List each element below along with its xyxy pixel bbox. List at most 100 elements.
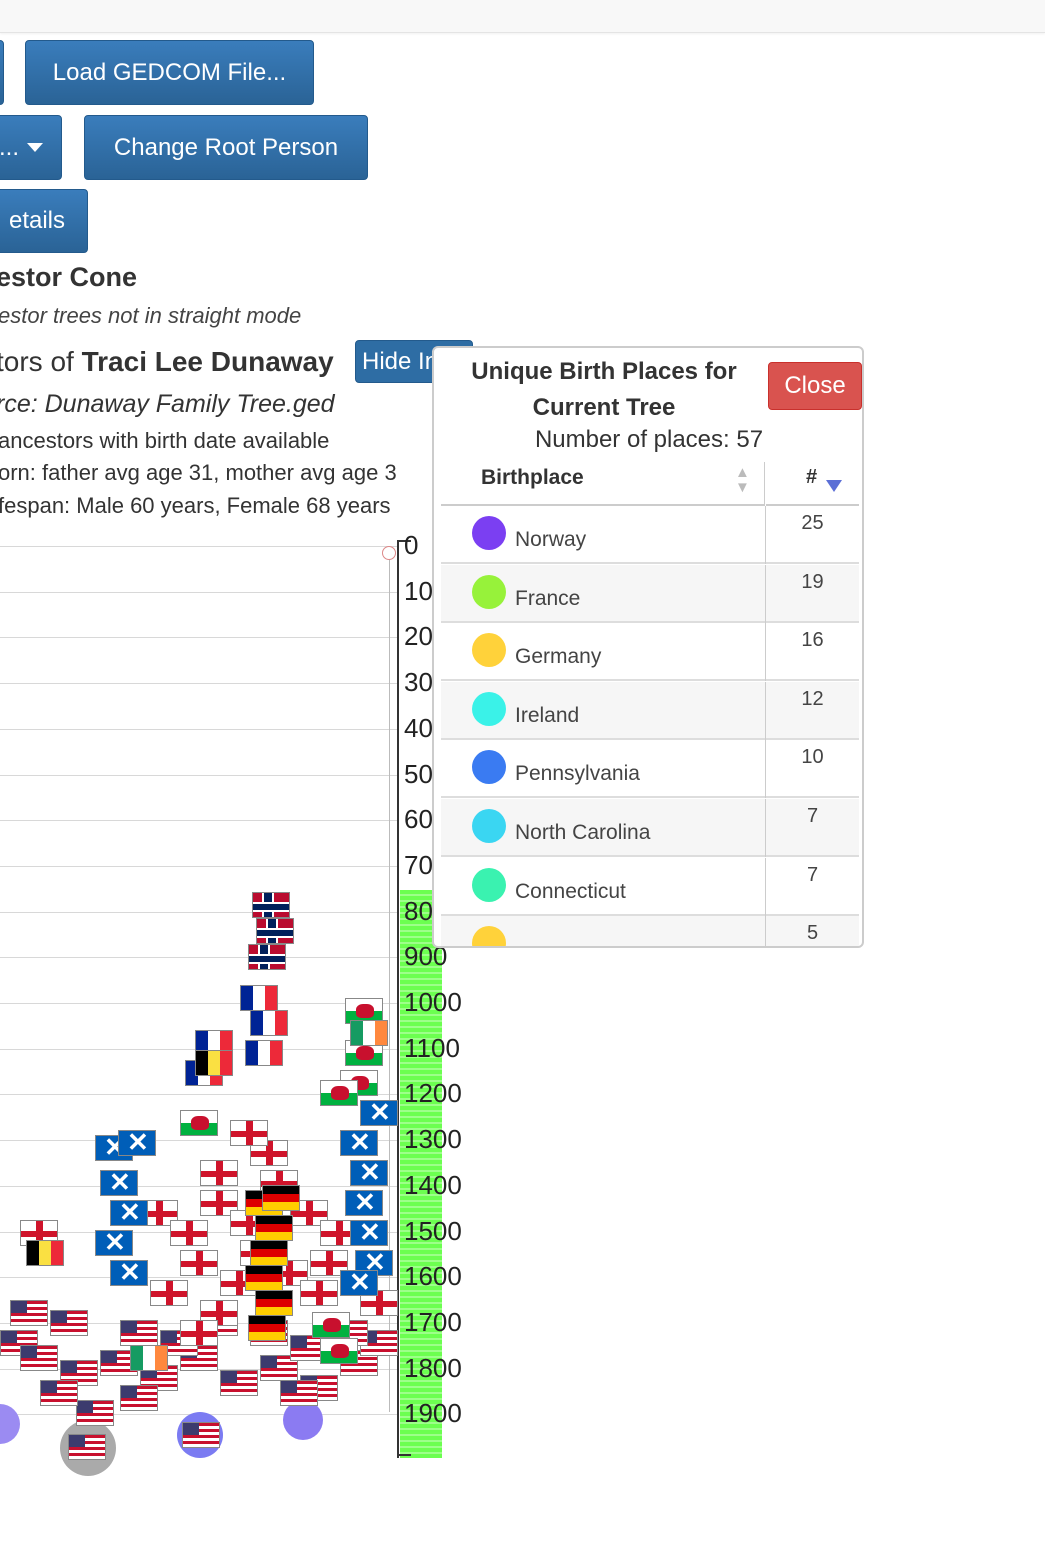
scotland-flag-icon[interactable] xyxy=(110,1200,148,1226)
panel-title: Unique Birth Places for Current Tree xyxy=(471,358,737,421)
root-person-name: Traci Lee Dunaway xyxy=(81,346,334,377)
change-root-label: Change Root Person xyxy=(113,133,339,161)
column-header-count[interactable]: # xyxy=(766,462,859,506)
scotland-flag-icon[interactable] xyxy=(350,1160,388,1186)
stat-lifespan: fespan: Male 60 years, Female 68 years xyxy=(0,493,391,518)
place-count: 16 xyxy=(801,629,824,652)
grid-line xyxy=(0,1140,398,1142)
scotland-flag-icon[interactable] xyxy=(340,1130,378,1156)
axis-tick-label: 1700 xyxy=(404,1306,462,1337)
place-name: North Carolina xyxy=(515,821,651,844)
place-name: Pennsylvania xyxy=(515,762,640,786)
places-count: Number of places: 57 xyxy=(534,426,764,453)
scotland-flag-icon[interactable] xyxy=(350,1220,388,1246)
england-flag-icon[interactable] xyxy=(150,1280,188,1306)
germany-flag-icon[interactable] xyxy=(248,1315,286,1341)
place-count: 5 xyxy=(806,922,819,945)
change-root-person-button[interactable]: Change Root Person xyxy=(84,115,368,180)
wales-flag-icon[interactable] xyxy=(320,1080,358,1106)
england-flag-icon[interactable] xyxy=(230,1120,268,1146)
scotland-flag-icon[interactable] xyxy=(340,1270,378,1296)
stat-birthdate: ancestors with birth date available xyxy=(0,428,330,453)
norway-flag-icon[interactable] xyxy=(248,944,286,970)
germany-flag-icon[interactable] xyxy=(245,1265,283,1291)
france-flag-icon[interactable] xyxy=(245,1040,283,1066)
close-button[interactable]: Close xyxy=(768,362,862,410)
belgium-flag-icon[interactable] xyxy=(26,1240,64,1266)
england-flag-icon[interactable] xyxy=(200,1160,238,1186)
partial-button-left[interactable] xyxy=(0,40,4,105)
axis-tick-label: 1500 xyxy=(404,1215,462,1246)
table-row[interactable]: Norway 25 xyxy=(441,506,859,564)
axis-tick-label: 1300 xyxy=(404,1124,462,1155)
table-row[interactable]: Pennsylvania 10 xyxy=(441,740,859,799)
scotland-flag-icon[interactable] xyxy=(345,1190,383,1216)
place-name: Connecticut xyxy=(515,879,626,903)
france-flag-icon[interactable] xyxy=(250,1010,288,1036)
place-count: 7 xyxy=(806,805,819,827)
dropdown-menu-button[interactable]: ... xyxy=(0,115,62,180)
england-flag-icon[interactable] xyxy=(180,1250,218,1276)
column-header-birthplace[interactable]: Birthplace ▲ ▼ xyxy=(441,462,765,506)
place-color-dot xyxy=(472,633,506,668)
germany-flag-icon[interactable] xyxy=(262,1185,300,1211)
belgium-flag-icon[interactable] xyxy=(195,1050,233,1076)
cone-title: estor Cone xyxy=(0,262,138,292)
us-flag-icon[interactable] xyxy=(40,1380,78,1406)
scotland-flag-icon[interactable] xyxy=(118,1130,156,1156)
norway-flag-icon[interactable] xyxy=(252,892,290,918)
us-flag-icon[interactable] xyxy=(220,1370,258,1396)
table-row[interactable]: France 19 xyxy=(441,564,859,623)
details-button[interactable]: etails xyxy=(0,189,88,253)
ancestor-node[interactable] xyxy=(0,1404,20,1444)
england-flag-icon[interactable] xyxy=(300,1280,338,1306)
dropdown-label: ... xyxy=(0,133,19,161)
scotland-flag-icon[interactable] xyxy=(360,1100,398,1126)
place-color-dot xyxy=(472,926,506,946)
us-flag-icon[interactable] xyxy=(50,1310,88,1336)
wales-flag-icon[interactable] xyxy=(180,1110,218,1136)
us-flag-icon[interactable] xyxy=(182,1422,220,1448)
wales-flag-icon[interactable] xyxy=(312,1312,350,1338)
england-flag-icon[interactable] xyxy=(180,1320,218,1346)
place-color-dot xyxy=(472,691,506,726)
us-flag-icon[interactable] xyxy=(280,1380,318,1406)
england-flag-icon[interactable] xyxy=(170,1220,208,1246)
scotland-flag-icon[interactable] xyxy=(110,1260,148,1286)
france-flag-icon[interactable] xyxy=(240,985,278,1011)
norway-flag-icon[interactable] xyxy=(256,918,294,944)
axis-tick-label: 1000 xyxy=(404,987,462,1017)
ancestor-node[interactable] xyxy=(283,1400,323,1440)
table-row[interactable]: North Carolina 7 xyxy=(441,799,859,857)
ancestors-heading: tors of Traci Lee Dunaway xyxy=(0,346,334,378)
root-marker[interactable] xyxy=(382,546,396,560)
germany-flag-icon[interactable] xyxy=(255,1215,293,1241)
ireland-flag-icon[interactable] xyxy=(350,1020,388,1046)
scotland-flag-icon[interactable] xyxy=(95,1230,133,1256)
us-flag-icon[interactable] xyxy=(120,1320,158,1346)
table-row[interactable]: Connecticut 7 xyxy=(441,857,859,916)
table-row[interactable]: Germany 16 xyxy=(441,623,859,682)
place-color-dot xyxy=(472,516,506,550)
wales-flag-icon[interactable] xyxy=(320,1338,358,1364)
ireland-flag-icon[interactable] xyxy=(130,1345,168,1371)
grid-line xyxy=(0,911,398,913)
grid-line xyxy=(0,546,398,547)
us-flag-icon[interactable] xyxy=(68,1434,106,1460)
axis-tick-label: 1900 xyxy=(404,1398,462,1429)
table-row[interactable]: 5 xyxy=(441,916,859,946)
us-flag-icon[interactable] xyxy=(76,1400,114,1426)
axis-tick-label: 1600 xyxy=(404,1261,462,1292)
grid-line xyxy=(0,1003,398,1004)
us-flag-icon[interactable] xyxy=(20,1345,58,1371)
ancestors-prefix: tors of xyxy=(0,346,74,377)
us-flag-icon[interactable] xyxy=(120,1385,158,1411)
place-color-dot xyxy=(472,574,506,609)
germany-flag-icon[interactable] xyxy=(255,1290,293,1316)
place-count: 7 xyxy=(806,863,819,886)
table-row[interactable]: Ireland 12 xyxy=(441,681,859,740)
germany-flag-icon[interactable] xyxy=(250,1240,288,1266)
load-gedcom-button[interactable]: Load GEDCOM File... xyxy=(25,40,314,105)
scotland-flag-icon[interactable] xyxy=(100,1170,138,1196)
us-flag-icon[interactable] xyxy=(10,1300,48,1326)
